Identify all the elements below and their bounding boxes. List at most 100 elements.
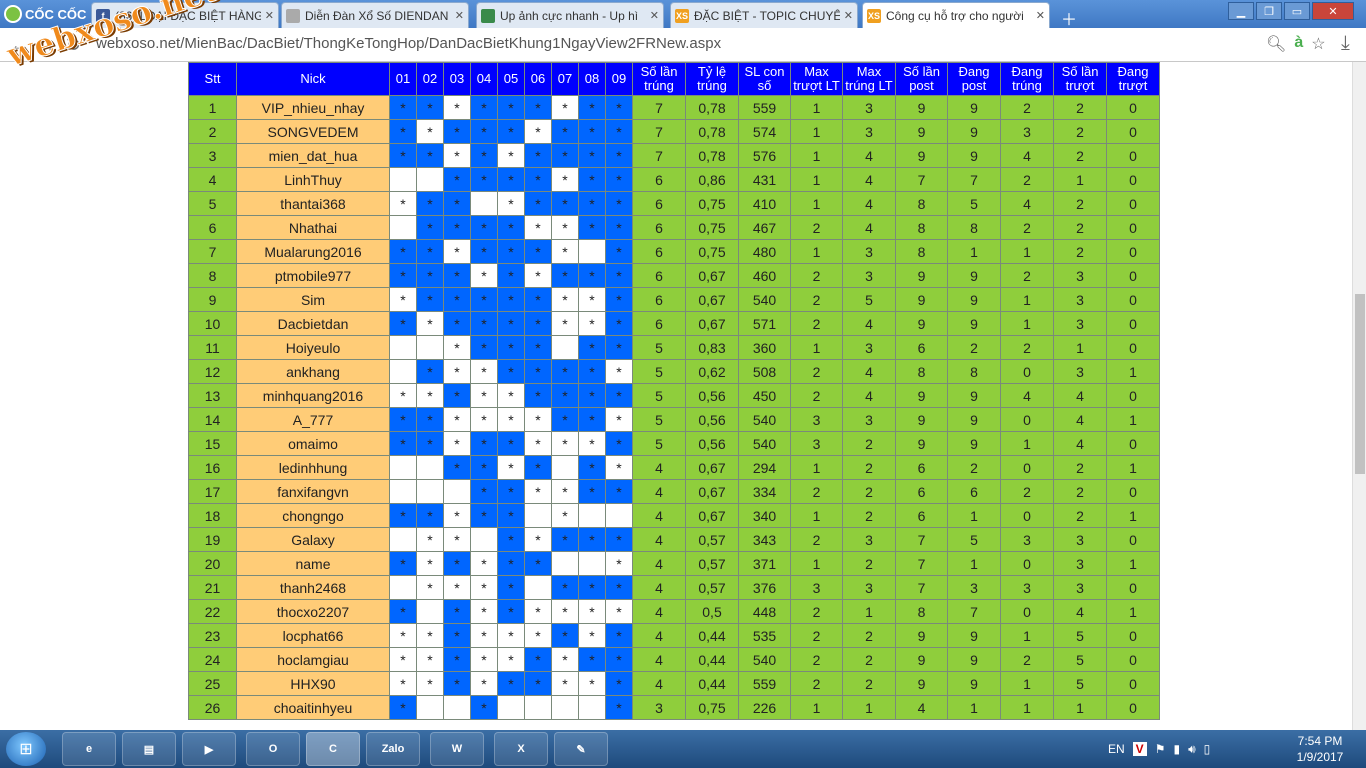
clock-date: 1/9/2017: [1296, 750, 1344, 764]
column-header[interactable]: Nick: [236, 62, 390, 96]
browser-tab[interactable]: Up ảnh cực nhanh - Up hì ✕: [476, 2, 664, 28]
file-explorer-app[interactable]: ▤: [122, 732, 176, 766]
tab-close-icon[interactable]: ✕: [455, 9, 464, 22]
stat-cell: 1: [790, 191, 843, 216]
mark-cell-white: *: [470, 575, 498, 600]
nick-name: HHX90: [236, 671, 390, 696]
new-tab-button[interactable]: ＋: [1061, 6, 1077, 30]
mark-cell-blue: *: [416, 191, 444, 216]
zalo-app[interactable]: Zalo: [366, 732, 420, 766]
column-header[interactable]: Đang post: [947, 62, 1001, 96]
stat-cell: 0,75: [685, 191, 739, 216]
restore-button[interactable]: ❐: [1256, 2, 1282, 20]
internet-explorer-app[interactable]: e: [62, 732, 116, 766]
mark-cell-empty: [551, 551, 579, 576]
table-row: 17 fanxifangvn * * * * * * 4 0,67 334 2 2 6 6 2 2 0: [188, 479, 1160, 504]
browser-tab[interactable]: Diễn Đàn Xổ Số DIENDAN ✕: [281, 2, 469, 28]
mark-cell-blue: *: [497, 287, 525, 312]
minimize-button[interactable]: ▁: [1228, 2, 1254, 20]
address-bar[interactable]: webxoso.net/MienBac/DacBiet/ThongKeTongH…: [96, 35, 1256, 55]
excel-app[interactable]: X: [494, 732, 548, 766]
column-header[interactable]: 06: [524, 62, 552, 96]
language-indicator[interactable]: EN: [1108, 742, 1125, 756]
column-header[interactable]: 02: [416, 62, 444, 96]
mark-cell-white: *: [551, 95, 579, 120]
table-row: 15 omaimo * * * * * * * * * 5 0,56 540 3 2 9 9 1 4 0: [188, 431, 1160, 456]
start-button[interactable]: ⊞: [6, 732, 46, 766]
mark-cell-empty: [389, 335, 417, 360]
tab-close-icon[interactable]: ✕: [650, 9, 659, 22]
mark-cell-white: *: [443, 95, 471, 120]
mark-cell-blue: *: [578, 383, 606, 408]
stat-cell: 0: [1000, 455, 1054, 480]
paint-app[interactable]: ✎: [554, 732, 608, 766]
column-header[interactable]: 07: [551, 62, 579, 96]
column-header[interactable]: 04: [470, 62, 498, 96]
volume-icon[interactable]: 🔊︎: [1188, 742, 1196, 757]
mark-cell-empty: [551, 695, 579, 720]
battery-icon[interactable]: ▯: [1204, 742, 1211, 756]
column-header[interactable]: 03: [443, 62, 471, 96]
mark-cell-empty: [416, 695, 444, 720]
opera-app[interactable]: O: [246, 732, 300, 766]
stat-cell: 2: [1053, 503, 1107, 528]
stat-cell: 226: [738, 695, 791, 720]
extra-window-button[interactable]: ▭: [1284, 2, 1310, 20]
stat-cell: 4: [1053, 407, 1107, 432]
column-header[interactable]: Max trúng LT: [842, 62, 896, 96]
mark-cell-blue: *: [524, 143, 552, 168]
stat-cell: 0: [1106, 95, 1160, 120]
stat-cell: 3: [632, 695, 686, 720]
column-header[interactable]: 05: [497, 62, 525, 96]
browser-tab[interactable]: XS ĐẶC BIỆT - TOPIC CHUYÊN ✕: [670, 2, 858, 28]
mark-cell-blue: *: [578, 575, 606, 600]
mark-cell-blue: *: [497, 575, 525, 600]
mark-cell-blue: *: [551, 119, 579, 144]
scrollbar-thumb[interactable]: [1355, 294, 1365, 474]
mark-cell-blue: *: [470, 431, 498, 456]
column-header[interactable]: Stt: [188, 62, 237, 96]
flag-icon[interactable]: ⚑: [1155, 742, 1166, 756]
stat-cell: 2: [842, 431, 896, 456]
mark-cell-blue: *: [470, 287, 498, 312]
table-row: 23 locphat66 * * * * * * * * * 4 0,44 535 2 2 9 9 1 5 0: [188, 623, 1160, 648]
column-header[interactable]: Max trượt LT: [790, 62, 843, 96]
translate-icon[interactable]: à: [1294, 34, 1303, 54]
stat-cell: 3: [1053, 359, 1107, 384]
word-app[interactable]: W: [430, 732, 484, 766]
mark-cell-blue: *: [551, 527, 579, 552]
column-header[interactable]: 08: [578, 62, 606, 96]
system-clock[interactable]: 7:54 PM 1/9/2017: [1290, 733, 1350, 765]
vertical-scrollbar[interactable]: [1352, 62, 1366, 730]
column-header[interactable]: 01: [389, 62, 417, 96]
mark-cell-white: *: [416, 383, 444, 408]
tab-close-icon[interactable]: ✕: [265, 9, 274, 22]
xs-icon: XS: [675, 8, 689, 23]
zoom-search-icon[interactable]: 🔍︎: [1266, 34, 1286, 54]
window-close-button[interactable]: ✕: [1312, 2, 1354, 20]
stat-cell: 9: [895, 95, 948, 120]
column-header[interactable]: SL con số: [738, 62, 791, 96]
column-header[interactable]: Đang trúng: [1000, 62, 1054, 96]
column-header[interactable]: Số lần trúng: [632, 62, 686, 96]
column-header[interactable]: 09: [605, 62, 633, 96]
stat-cell: 0: [1106, 479, 1160, 504]
column-header[interactable]: Tỷ lệ trúng: [685, 62, 739, 96]
column-header[interactable]: Số lần post: [895, 62, 948, 96]
network-icon[interactable]: ▮: [1173, 742, 1180, 756]
bookmark-star-icon[interactable]: ☆: [1311, 34, 1325, 54]
tab-close-icon[interactable]: ✕: [1036, 9, 1045, 22]
column-header[interactable]: Đang trượt: [1106, 62, 1160, 96]
browser-tab[interactable]: XS Công cụ hỗ trợ cho người ✕: [862, 2, 1050, 28]
stat-cell: 1: [1106, 551, 1160, 576]
stat-cell: 4: [632, 623, 686, 648]
table-row: 19 Galaxy * * * * * * * 4 0,57 343 2 3 7 5 3 3 0: [188, 527, 1160, 552]
mark-cell-white: *: [416, 671, 444, 696]
media-player-app[interactable]: ▶: [182, 732, 236, 766]
download-menu-icon[interactable]: ⤓: [1341, 32, 1350, 55]
vietkey-icon[interactable]: V: [1132, 742, 1147, 756]
coccoc-app[interactable]: C: [306, 732, 360, 766]
tab-close-icon[interactable]: ✕: [844, 9, 853, 22]
column-header[interactable]: Số lần trượt: [1053, 62, 1107, 96]
mark-cell-blue: *: [443, 599, 471, 624]
